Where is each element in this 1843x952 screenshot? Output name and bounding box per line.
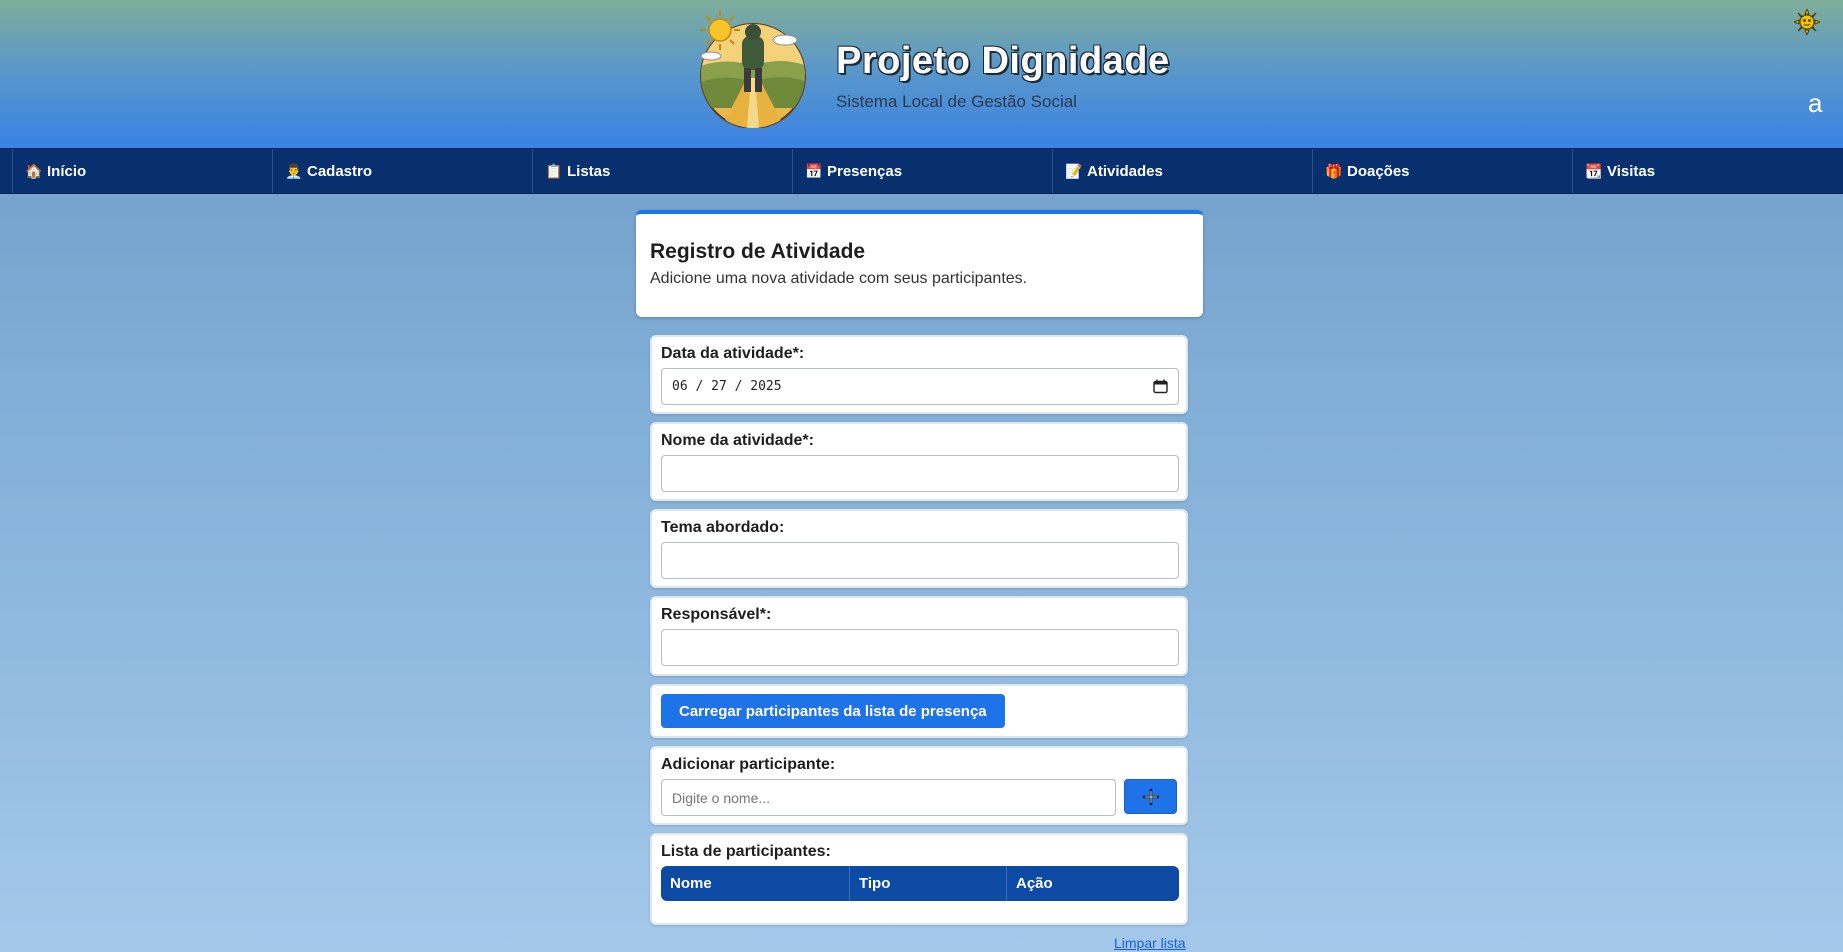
load-participants-group: Carregar participantes da lista de prese… xyxy=(650,684,1188,738)
nav-item-visitas[interactable]: 📆 Visitas xyxy=(1572,149,1832,193)
table-header-row: Nome Tipo Ação xyxy=(661,866,1179,901)
column-header-name: Nome xyxy=(661,866,850,901)
nav-item-label: Cadastro xyxy=(307,162,373,180)
nav-item-listas[interactable]: 📋 Listas xyxy=(532,149,792,193)
responsible-input[interactable] xyxy=(661,629,1179,666)
memo-icon: 📝 xyxy=(1065,162,1083,179)
main-nav: 🏠 Início 👨‍💼 Cadastro 📋 Listas 📅 Presenç… xyxy=(0,148,1843,194)
clear-list-link[interactable]: Limpar lista xyxy=(1114,935,1186,951)
nav-item-presencas[interactable]: 📅 Presenças xyxy=(792,149,1052,193)
calendar-icon: 📅 xyxy=(805,162,823,179)
nav-item-inicio[interactable]: 🏠 Início xyxy=(12,149,272,193)
column-header-action: Ação xyxy=(1007,866,1179,901)
app-header: Projeto Dignidade Sistema Local de Gestã… xyxy=(0,0,1843,148)
app-logo xyxy=(700,10,806,128)
theme-input[interactable] xyxy=(661,542,1179,579)
calendar-icon: 📆 xyxy=(1585,162,1603,179)
person-icon: 👨‍💼 xyxy=(285,162,303,179)
clipboard-icon: 📋 xyxy=(545,162,563,179)
date-value: 06 / 27 / 2025 xyxy=(672,379,782,394)
app-title: Projeto Dignidade xyxy=(836,40,1170,82)
gift-icon: 🎁 xyxy=(1325,162,1343,179)
responsible-label: Responsável*: xyxy=(661,606,772,623)
nav-item-label: Doações xyxy=(1347,162,1410,180)
column-header-type: Tipo xyxy=(850,866,1007,901)
font-size-toggle[interactable]: a xyxy=(1808,88,1822,119)
activity-name-label: Nome da atividade*: xyxy=(661,432,814,449)
date-label: Data da atividade*: xyxy=(661,345,805,362)
nav-item-label: Início xyxy=(47,162,87,180)
date-field-group: Data da atividade*: 06 / 27 / 2025 xyxy=(650,335,1188,414)
participants-list-group: Lista de participantes: Nome Tipo Ação xyxy=(650,833,1188,925)
add-participant-button[interactable] xyxy=(1124,779,1177,814)
page-title: Registro de Atividade xyxy=(650,240,866,263)
participants-list-label: Lista de participantes: xyxy=(661,843,831,860)
activity-name-input[interactable] xyxy=(661,455,1179,492)
nav-item-label: Presenças xyxy=(827,162,903,180)
theme-label: Tema abordado: xyxy=(661,519,785,536)
plus-icon xyxy=(1142,788,1159,805)
activity-name-group: Nome da atividade*: xyxy=(650,422,1188,501)
app-subtitle: Sistema Local de Gestão Social xyxy=(836,92,1077,111)
participant-name-input[interactable] xyxy=(661,779,1117,816)
nav-item-doacoes[interactable]: 🎁 Doações xyxy=(1312,149,1572,193)
sun-icon[interactable] xyxy=(1794,9,1820,35)
nav-item-cadastro[interactable]: 👨‍💼 Cadastro xyxy=(272,149,532,193)
participants-table: Nome Tipo Ação xyxy=(661,866,1179,901)
calendar-icon[interactable] xyxy=(1153,379,1168,394)
home-icon: 🏠 xyxy=(25,162,43,179)
date-input[interactable]: 06 / 27 / 2025 xyxy=(661,368,1179,405)
theme-group: Tema abordado: xyxy=(650,509,1188,588)
load-participants-button[interactable]: Carregar participantes da lista de prese… xyxy=(661,694,1005,728)
nav-item-label: Listas xyxy=(567,162,611,180)
page-description: Adicione uma nova atividade com seus par… xyxy=(650,270,1028,287)
page-header-card: Registro de Atividade Adicione uma nova … xyxy=(636,210,1203,317)
responsible-group: Responsável*: xyxy=(650,596,1188,676)
add-participant-label: Adicionar participante: xyxy=(661,756,836,773)
nav-item-atividades[interactable]: 📝 Atividades xyxy=(1052,149,1312,193)
nav-item-label: Visitas xyxy=(1607,162,1656,180)
add-participant-group: Adicionar participante: xyxy=(650,746,1188,825)
nav-item-label: Atividades xyxy=(1087,162,1163,180)
